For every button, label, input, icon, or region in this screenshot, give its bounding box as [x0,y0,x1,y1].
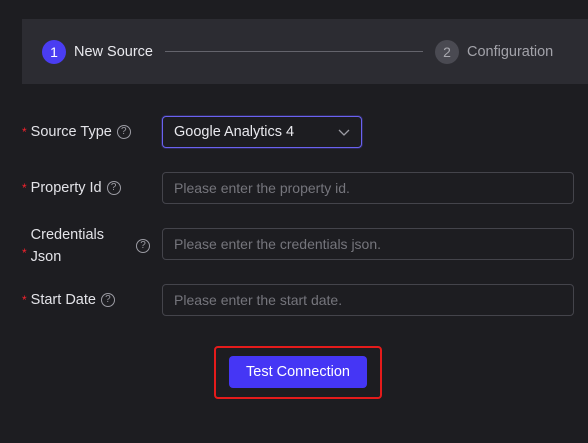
help-icon[interactable]: ? [116,125,131,139]
required-marker: * [22,246,27,260]
step-number: 1 [42,39,66,64]
chevron-down-icon [338,129,350,136]
credentials-json-placeholder: Please enter the credentials json. [174,236,382,252]
help-icon[interactable]: ? [106,181,121,195]
required-marker: * [22,293,27,307]
help-icon[interactable]: ? [136,239,151,253]
credentials-json-input[interactable]: Please enter the credentials json. [162,228,574,260]
credentials-json-label: * Credentials Json ? [22,224,151,268]
step-divider [164,51,423,52]
source-type-value: Google Analytics 4 [174,124,295,140]
help-icon[interactable]: ? [100,293,115,307]
start-date-input[interactable]: Please enter the start date. [162,284,574,316]
start-date-label: * Start Date ? [22,292,115,308]
property-id-label-text: Property Id [30,180,102,196]
step-new-source[interactable]: 1 New Source [42,39,153,64]
step-configuration[interactable]: 2 Configuration [434,39,554,64]
property-id-input[interactable]: Please enter the property id. [162,172,574,204]
start-date-label-text: Start Date [30,292,96,308]
step-label: Configuration [466,43,554,60]
credentials-label-line2: Json [30,249,62,265]
property-id-placeholder: Please enter the property id. [174,180,350,196]
test-connection-button[interactable]: Test Connection [229,356,367,388]
steps-bar: 1 New Source 2 Configuration [22,19,588,84]
required-marker: * [22,125,27,139]
step-number: 2 [434,39,459,64]
required-marker: * [22,181,27,195]
step-label: New Source [74,43,153,60]
source-type-label-text: Source Type [30,124,112,140]
start-date-placeholder: Please enter the start date. [174,292,343,308]
credentials-label-line1: Credentials [30,227,105,243]
property-id-label: * Property Id ? [22,180,121,196]
source-type-label: * Source Type ? [22,124,131,140]
source-type-select[interactable]: Google Analytics 4 [162,116,362,148]
